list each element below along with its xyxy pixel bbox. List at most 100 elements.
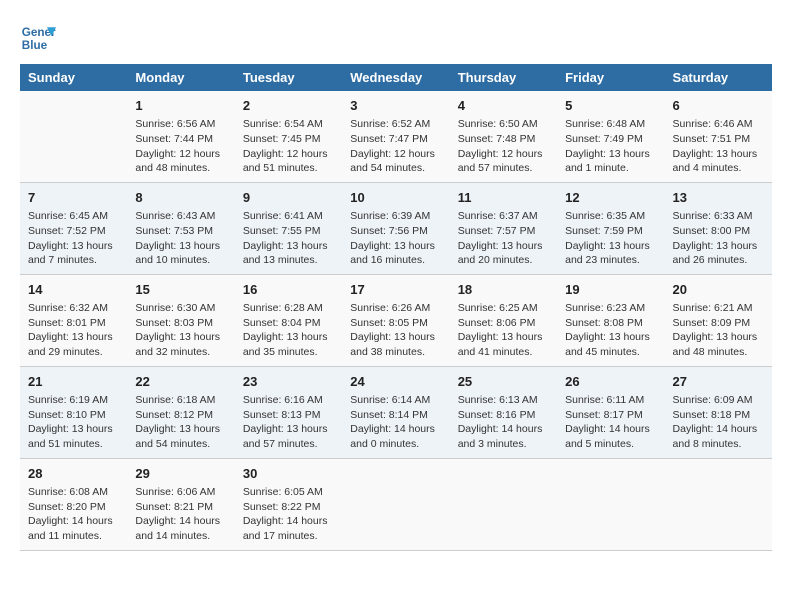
day-number: 19 [565, 281, 656, 299]
calendar-cell: 12 Sunrise: 6:35 AM Sunset: 7:59 PM Dayli… [557, 182, 664, 274]
day-number: 24 [350, 373, 441, 391]
day-content: Sunrise: 6:13 AM Sunset: 8:16 PM Dayligh… [458, 393, 549, 452]
week-row-3: 14 Sunrise: 6:32 AM Sunset: 8:01 PM Dayli… [20, 274, 772, 366]
calendar-cell: 3Sunrise: 6:52 AM Sunset: 7:47 PM Daylig… [342, 91, 449, 182]
calendar-cell: 24 Sunrise: 6:14 AM Sunset: 8:14 PM Dayli… [342, 366, 449, 458]
logo-icon: General Blue [20, 20, 56, 56]
day-number: 12 [565, 189, 656, 207]
day-number: 13 [673, 189, 764, 207]
calendar-cell: 13 Sunrise: 6:33 AM Sunset: 8:00 PM Dayli… [665, 182, 772, 274]
calendar-cell: 26 Sunrise: 6:11 AM Sunset: 8:17 PM Dayli… [557, 366, 664, 458]
calendar-cell: 30 Sunrise: 6:05 AM Sunset: 8:22 PM Dayli… [235, 458, 342, 550]
day-content: Sunrise: 6:08 AM Sunset: 8:20 PM Dayligh… [28, 485, 119, 544]
day-content: Sunrise: 6:21 AM Sunset: 8:09 PM Dayligh… [673, 301, 764, 360]
day-number: 10 [350, 189, 441, 207]
calendar-cell: 7 Sunrise: 6:45 AM Sunset: 7:52 PM Daylig… [20, 182, 127, 274]
day-header-wednesday: Wednesday [342, 64, 449, 91]
calendar-cell: 28 Sunrise: 6:08 AM Sunset: 8:20 PM Dayli… [20, 458, 127, 550]
day-number: 20 [673, 281, 764, 299]
day-content: Sunrise: 6:32 AM Sunset: 8:01 PM Dayligh… [28, 301, 119, 360]
calendar-cell: 1Sunrise: 6:56 AM Sunset: 7:44 PM Daylig… [127, 91, 234, 182]
day-content: Sunrise: 6:14 AM Sunset: 8:14 PM Dayligh… [350, 393, 441, 452]
day-content: Sunrise: 6:30 AM Sunset: 8:03 PM Dayligh… [135, 301, 226, 360]
day-content: Sunrise: 6:46 AM Sunset: 7:51 PM Dayligh… [673, 117, 764, 176]
day-content: Sunrise: 6:28 AM Sunset: 8:04 PM Dayligh… [243, 301, 334, 360]
calendar-cell: 15 Sunrise: 6:30 AM Sunset: 8:03 PM Dayli… [127, 274, 234, 366]
day-header-tuesday: Tuesday [235, 64, 342, 91]
calendar-cell: 5 Sunrise: 6:48 AM Sunset: 7:49 PM Daylig… [557, 91, 664, 182]
calendar-cell: 6 Sunrise: 6:46 AM Sunset: 7:51 PM Daylig… [665, 91, 772, 182]
day-number: 25 [458, 373, 549, 391]
day-number: 14 [28, 281, 119, 299]
day-number: 1 [135, 97, 226, 115]
day-header-friday: Friday [557, 64, 664, 91]
day-header-monday: Monday [127, 64, 234, 91]
calendar-cell: 4Sunrise: 6:50 AM Sunset: 7:48 PM Daylig… [450, 91, 557, 182]
day-number: 29 [135, 465, 226, 483]
day-content: Sunrise: 6:33 AM Sunset: 8:00 PM Dayligh… [673, 209, 764, 268]
day-content: Sunrise: 6:19 AM Sunset: 8:10 PM Dayligh… [28, 393, 119, 452]
day-number: 5 [565, 97, 656, 115]
day-content: Sunrise: 6:09 AM Sunset: 8:18 PM Dayligh… [673, 393, 764, 452]
day-content: Sunrise: 6:45 AM Sunset: 7:52 PM Dayligh… [28, 209, 119, 268]
day-number: 2 [243, 97, 334, 115]
logo: General Blue [20, 20, 56, 56]
day-number: 28 [28, 465, 119, 483]
day-content: Sunrise: 6:41 AM Sunset: 7:55 PM Dayligh… [243, 209, 334, 268]
day-content: Sunrise: 6:16 AM Sunset: 8:13 PM Dayligh… [243, 393, 334, 452]
calendar-cell: 9Sunrise: 6:41 AM Sunset: 7:55 PM Daylig… [235, 182, 342, 274]
day-content: Sunrise: 6:48 AM Sunset: 7:49 PM Dayligh… [565, 117, 656, 176]
svg-text:Blue: Blue [22, 39, 48, 52]
day-header-thursday: Thursday [450, 64, 557, 91]
week-row-2: 7 Sunrise: 6:45 AM Sunset: 7:52 PM Daylig… [20, 182, 772, 274]
day-number: 15 [135, 281, 226, 299]
day-content: Sunrise: 6:39 AM Sunset: 7:56 PM Dayligh… [350, 209, 441, 268]
day-header-saturday: Saturday [665, 64, 772, 91]
calendar-cell: 29 Sunrise: 6:06 AM Sunset: 8:21 PM Dayli… [127, 458, 234, 550]
day-content: Sunrise: 6:23 AM Sunset: 8:08 PM Dayligh… [565, 301, 656, 360]
day-number: 11 [458, 189, 549, 207]
day-number: 8 [135, 189, 226, 207]
day-content: Sunrise: 6:54 AM Sunset: 7:45 PM Dayligh… [243, 117, 334, 176]
calendar-cell [450, 458, 557, 550]
week-row-5: 28 Sunrise: 6:08 AM Sunset: 8:20 PM Dayli… [20, 458, 772, 550]
day-number: 7 [28, 189, 119, 207]
calendar-cell: 2 Sunrise: 6:54 AM Sunset: 7:45 PM Daylig… [235, 91, 342, 182]
calendar-cell [665, 458, 772, 550]
calendar-cell: 20 Sunrise: 6:21 AM Sunset: 8:09 PM Dayli… [665, 274, 772, 366]
calendar-cell: 17 Sunrise: 6:26 AM Sunset: 8:05 PM Dayli… [342, 274, 449, 366]
day-content: Sunrise: 6:37 AM Sunset: 7:57 PM Dayligh… [458, 209, 549, 268]
day-content: Sunrise: 6:26 AM Sunset: 8:05 PM Dayligh… [350, 301, 441, 360]
calendar-cell [557, 458, 664, 550]
day-number: 3 [350, 97, 441, 115]
day-content: Sunrise: 6:11 AM Sunset: 8:17 PM Dayligh… [565, 393, 656, 452]
calendar-cell: 8Sunrise: 6:43 AM Sunset: 7:53 PM Daylig… [127, 182, 234, 274]
calendar-cell: 27Sunrise: 6:09 AM Sunset: 8:18 PM Dayli… [665, 366, 772, 458]
day-number: 16 [243, 281, 334, 299]
day-header-sunday: Sunday [20, 64, 127, 91]
day-number: 17 [350, 281, 441, 299]
day-number: 26 [565, 373, 656, 391]
calendar-cell [342, 458, 449, 550]
day-content: Sunrise: 6:50 AM Sunset: 7:48 PM Dayligh… [458, 117, 549, 176]
day-number: 6 [673, 97, 764, 115]
day-number: 18 [458, 281, 549, 299]
calendar-cell: 25 Sunrise: 6:13 AM Sunset: 8:16 PM Dayli… [450, 366, 557, 458]
day-content: Sunrise: 6:35 AM Sunset: 7:59 PM Dayligh… [565, 209, 656, 268]
calendar-cell: 10 Sunrise: 6:39 AM Sunset: 7:56 PM Dayli… [342, 182, 449, 274]
page-header: General Blue [20, 20, 772, 56]
calendar-cell: 21Sunrise: 6:19 AM Sunset: 8:10 PM Dayli… [20, 366, 127, 458]
days-header-row: SundayMondayTuesdayWednesdayThursdayFrid… [20, 64, 772, 91]
day-content: Sunrise: 6:06 AM Sunset: 8:21 PM Dayligh… [135, 485, 226, 544]
calendar-cell: 23Sunrise: 6:16 AM Sunset: 8:13 PM Dayli… [235, 366, 342, 458]
calendar-table: SundayMondayTuesdayWednesdayThursdayFrid… [20, 64, 772, 551]
day-number: 22 [135, 373, 226, 391]
calendar-cell: 14 Sunrise: 6:32 AM Sunset: 8:01 PM Dayli… [20, 274, 127, 366]
day-content: Sunrise: 6:05 AM Sunset: 8:22 PM Dayligh… [243, 485, 334, 544]
calendar-cell: 16 Sunrise: 6:28 AM Sunset: 8:04 PM Dayli… [235, 274, 342, 366]
day-content: Sunrise: 6:18 AM Sunset: 8:12 PM Dayligh… [135, 393, 226, 452]
calendar-cell: 19 Sunrise: 6:23 AM Sunset: 8:08 PM Dayli… [557, 274, 664, 366]
day-content: Sunrise: 6:25 AM Sunset: 8:06 PM Dayligh… [458, 301, 549, 360]
calendar-cell: 18 Sunrise: 6:25 AM Sunset: 8:06 PM Dayli… [450, 274, 557, 366]
day-number: 30 [243, 465, 334, 483]
